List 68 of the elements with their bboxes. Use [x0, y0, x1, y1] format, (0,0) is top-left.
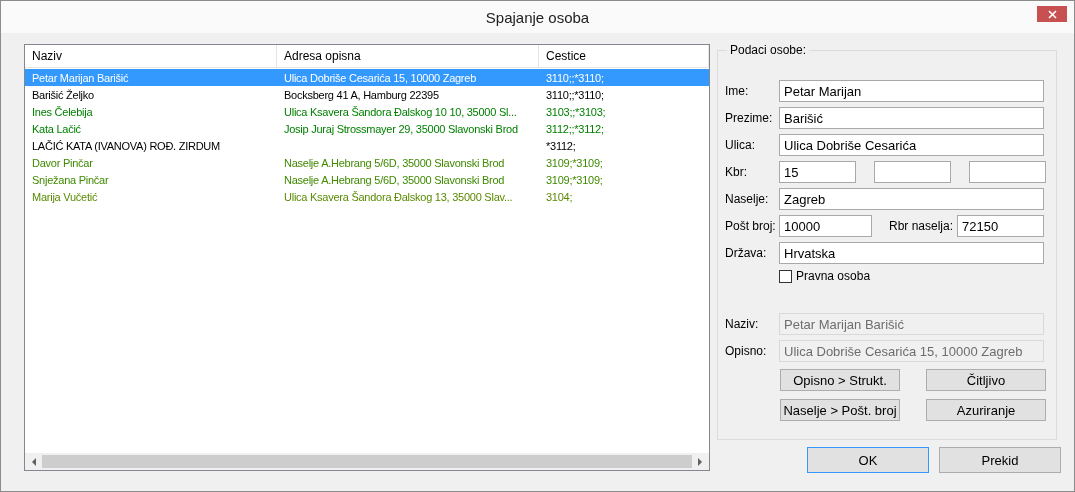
- group-title: Podaci osobe:: [729, 43, 808, 57]
- table-cell-text: Kata Lačić: [31, 122, 82, 135]
- table-cell-text: *3112;: [545, 139, 577, 152]
- field-label: Opisno:: [725, 344, 768, 358]
- list-row[interactable]: Barišić Željko Bocksberg 41 A, Hamburg 22395 3110;;*3110;: [25, 86, 709, 103]
- table-cell-text: 3109;*3109;: [545, 156, 604, 169]
- table-cell-text: Josip Juraj Strossmayer 29, 35000 Slavonski Brod: [283, 122, 519, 135]
- checkbox[interactable]: [779, 269, 792, 283]
- table-cell-text: Ulica Ksavera Šandora Đalskog 10 10, 35000 Sl...: [283, 105, 518, 118]
- list-row[interactable]: Kata Lačić Josip Juraj Strossmayer 29, 35000 Slavonski Brod 3112;;*3112;: [25, 120, 709, 137]
- list-row[interactable]: LAČIĆ KATA (IVANOVA) ROĐ. ZIRDUM *3112;: [25, 137, 709, 154]
- column-header[interactable]: Cestice: [539, 45, 709, 67]
- field-label: Ulica:: [725, 138, 756, 152]
- table-cell-text: Ulica Ksavera Šandora Đalskog 13, 35000 Slav...: [283, 190, 514, 203]
- list-row[interactable]: Marija Vučetić Ulica Ksavera Šandora Đalskog 13, 35000 Slav... 3104;: [25, 188, 709, 205]
- column-header[interactable]: Naziv: [25, 45, 277, 67]
- table-cell-text: 3103;;*3103;: [545, 105, 607, 118]
- kbr-field[interactable]: [969, 161, 1046, 183]
- field-label: Rbr naselja:: [889, 219, 955, 233]
- citljivo-button[interactable]: Čitljivo: [926, 369, 1046, 391]
- field-label: Ime:: [725, 84, 750, 98]
- checkbox-label: Pravna osoba: [796, 269, 871, 283]
- kbr-field[interactable]: [874, 161, 951, 183]
- scroll-left-icon[interactable]: [31, 457, 36, 466]
- list-row[interactable]: Snježana Pinčar Naselje A.Hebrang 5/6D, 35000 Slavonski Brod 3109;*3109;: [25, 171, 709, 188]
- table-cell-text: 3104;: [545, 190, 574, 203]
- close-icon: [1047, 9, 1057, 19]
- list-row[interactable]: Davor Pinčar Naselje A.Hebrang 5/6D, 35000 Slavonski Brod 3109;*3109;: [25, 154, 709, 171]
- table-cell-text: Naselje A.Hebrang 5/6D, 35000 Slavonski Brod: [283, 156, 506, 169]
- table-cell-text: 3110;;*3110;: [545, 71, 605, 84]
- prezime-field[interactable]: Barišić: [779, 107, 1044, 129]
- table-cell-text: Barišić Željko: [31, 88, 95, 101]
- rbr-naselja-field[interactable]: 72150: [957, 215, 1044, 237]
- close-button[interactable]: [1037, 6, 1067, 22]
- list-row[interactable]: Ines Čelebija Ulica Ksavera Šandora Đalskog 10 10, 35000 Sl... 3103;;*3103;: [25, 103, 709, 120]
- ulica-field[interactable]: Ulica Dobriše Cesarića: [779, 134, 1044, 156]
- column-header[interactable]: Adresa opisna: [277, 45, 539, 67]
- field-label: Kbr:: [725, 165, 748, 179]
- scroll-right-icon[interactable]: [698, 457, 703, 466]
- kbr-field[interactable]: 15: [779, 161, 856, 183]
- field-label: Prezime:: [725, 111, 774, 125]
- table-cell-text: Davor Pinčar: [31, 156, 94, 169]
- scrollbar-thumb[interactable]: [42, 455, 692, 468]
- table-cell-text: Bocksberg 41 A, Hamburg 22395: [283, 88, 440, 101]
- dialog-button[interactable]: Prekid: [939, 447, 1061, 473]
- window-title: Spajanje osoba: [485, 8, 590, 26]
- table-cell-text: Ines Čelebija: [31, 105, 94, 118]
- dialog-button[interactable]: OK: [807, 447, 929, 473]
- post-broj-field[interactable]: 10000: [779, 215, 872, 237]
- table-cell-text: Ulica Dobriše Cesarića 15, 10000 Zagreb: [283, 71, 478, 84]
- field-label: Naziv:: [725, 317, 760, 331]
- field-label: Država:: [725, 246, 768, 260]
- table-cell-text: Marija Vučetić: [31, 190, 99, 203]
- table-cell-text: Snježana Pinčar: [31, 173, 110, 186]
- azuriranje-button[interactable]: Azuriranje: [926, 399, 1046, 421]
- opisno-button[interactable]: Opisno > Strukt.: [780, 369, 900, 391]
- table-cell-text: 3112;;*3112;: [545, 122, 605, 135]
- field-label: Naselje:: [725, 192, 770, 206]
- field-label: Pošt broj:: [725, 219, 777, 233]
- table-cell-text: 3109;*3109;: [545, 173, 604, 186]
- table-cell-text: Petar Marijan Barišić: [31, 71, 130, 84]
- ime-field[interactable]: Petar Marijan: [779, 80, 1044, 102]
- naselje-button[interactable]: Naselje > Pošt. broj: [780, 399, 900, 421]
- table-cell-text: Naselje A.Hebrang 5/6D, 35000 Slavonski Brod: [283, 173, 506, 186]
- table-cell-text: LAČIĆ KATA (IVANOVA) ROĐ. ZIRDUM: [31, 139, 221, 152]
- drzava-field[interactable]: Hrvatska: [779, 242, 1044, 264]
- naselje-field[interactable]: Zagreb: [779, 188, 1044, 210]
- table-cell-text: 3110;;*3110;: [545, 88, 605, 101]
